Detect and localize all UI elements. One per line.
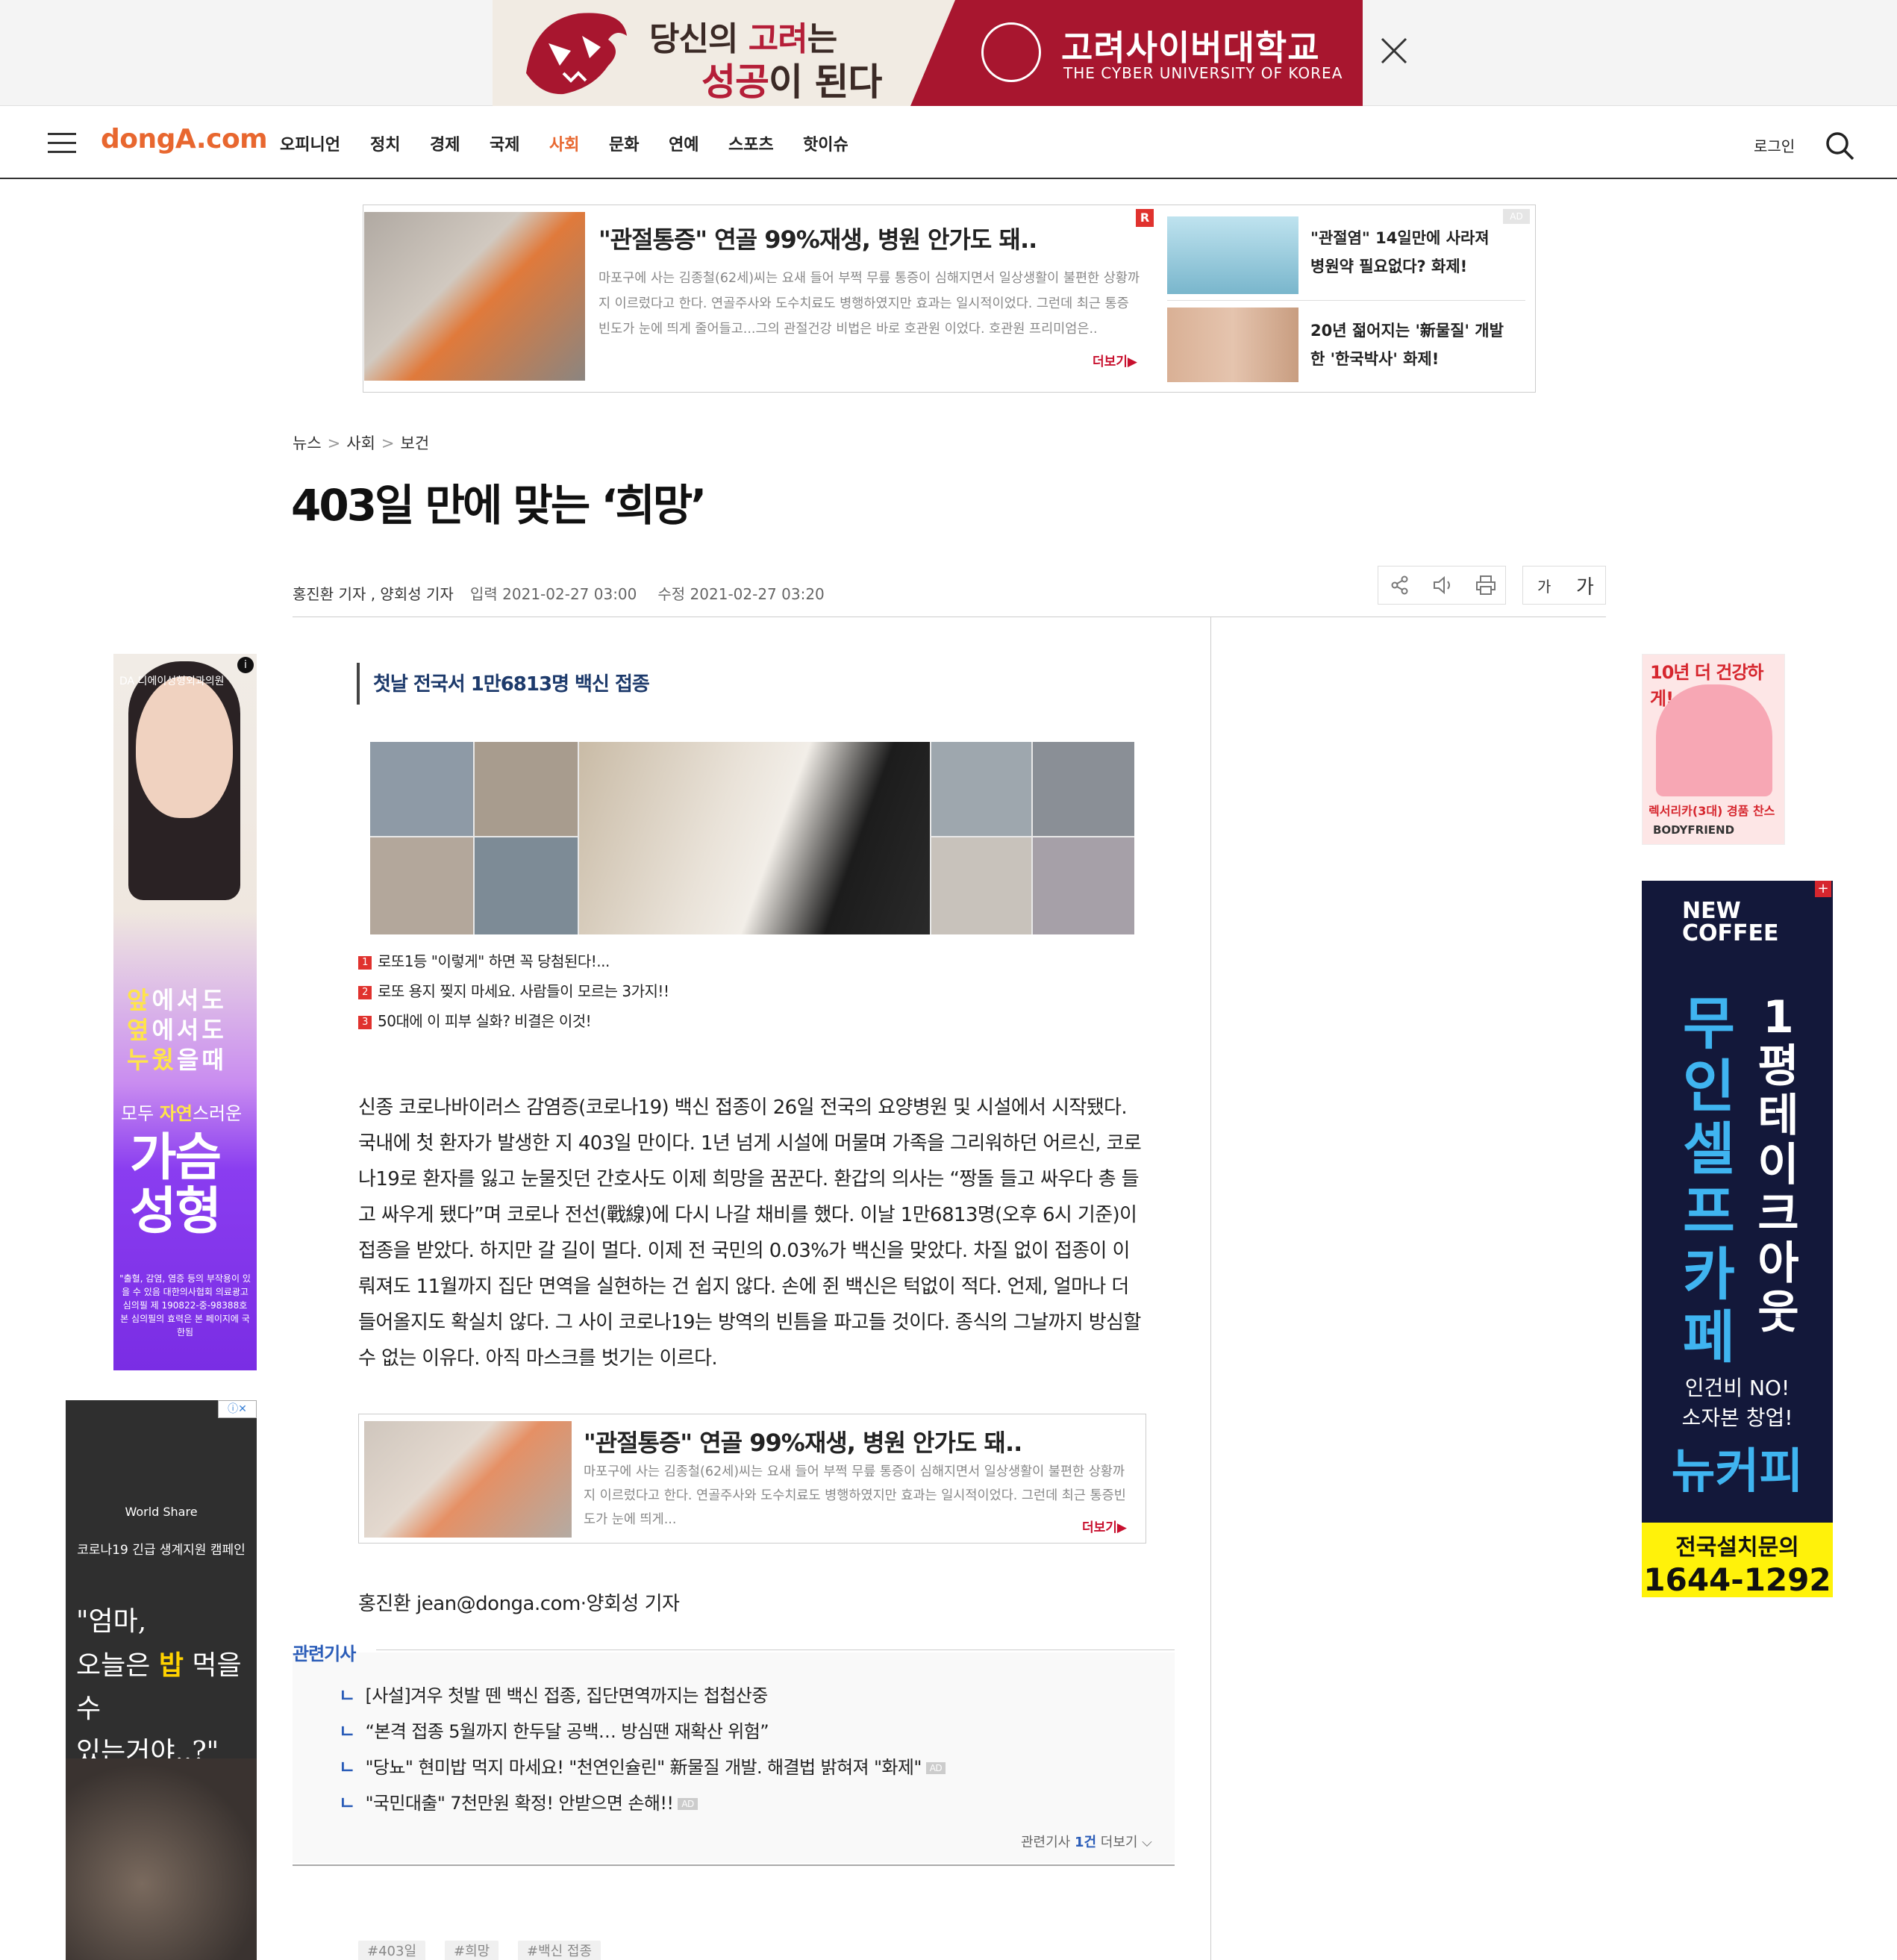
side-ad-text-1[interactable]: "관절염" 14일만에 사라져 병원약 필요없다? 화제! <box>1310 224 1504 281</box>
subhead-bar <box>357 663 360 705</box>
speaker-icon[interactable] <box>1431 575 1455 596</box>
ad-quote: "엄마, 오늘은 밥 먹을 수 있는거야..?" <box>76 1606 242 1767</box>
ad-logo: NEW COFFEE <box>1682 898 1779 946</box>
ad-copy-natural: 모두 자연스러운 <box>121 1103 243 1124</box>
nav-item-politics[interactable]: 정치 <box>370 131 400 155</box>
ad-vertical-text-1: 무인셀프카페 <box>1683 990 1735 1370</box>
side-ad-image-1[interactable] <box>1167 216 1298 294</box>
font-smaller-button[interactable]: 가 <box>1537 575 1551 596</box>
right-side-ad-newcoffee[interactable]: NEW COFFEE 무인셀프카페 1평테이크아웃 인건비 NO! 소자본 창업! … <box>1642 881 1833 1597</box>
ad-sub: 렉서리카(3대) 경품 찬스 <box>1648 804 1775 818</box>
ad-r-badge: R <box>1136 209 1154 227</box>
inline-ad-image[interactable] <box>364 1421 572 1538</box>
related-item[interactable]: ㄴ "당뇨" 현미밥 먹지 마세요! "천연인슐린" 新물질 개발. 해결법 밝혀… <box>339 1753 946 1779</box>
tag[interactable]: #희망 <box>445 1941 499 1960</box>
ad-copy-big: 가슴 성형 <box>130 1129 222 1241</box>
input-date: 입력 2021-02-27 03:00 <box>470 585 637 603</box>
heart-image <box>1656 684 1772 796</box>
ad-body: 마포구에 사는 김종철(62세)씨는 요새 들어 부쩍 무릎 통증이 심해지면서… <box>599 271 1140 337</box>
related-more-button[interactable]: 관련기사 1건 더보기 ⌵ <box>1021 1832 1152 1851</box>
tiger-logo-icon <box>526 13 627 95</box>
modified-date: 수정 2021-02-27 03:20 <box>657 585 825 603</box>
university-name: 고려사이버대학교 <box>1061 28 1320 68</box>
side-ad-text-2[interactable]: 20년 젊어지는 '新물질' 개발한 '한국박사' 화제! <box>1310 316 1504 373</box>
ad-title[interactable]: "관절통증" 연골 99%재생, 병원 안가도 돼.. <box>599 221 1037 255</box>
promo-link-2[interactable]: 2 로또 용지 찢지 마세요. 사람들이 모르는 3가지!! <box>358 979 669 1001</box>
ad-cta: 전국설치문의 1644-1292 <box>1642 1523 1833 1597</box>
hamburger-menu-icon[interactable] <box>48 133 76 154</box>
nav-item-international[interactable]: 국제 <box>490 131 519 155</box>
knee-ad-image[interactable] <box>364 212 585 381</box>
font-larger-button[interactable]: 가 <box>1576 572 1594 599</box>
nav-item-hot-issue[interactable]: 핫이슈 <box>803 131 849 155</box>
ad-brand: World Share <box>125 1505 198 1519</box>
tag[interactable]: #403일 <box>358 1941 425 1960</box>
nav-item-entertainment[interactable]: 연예 <box>669 131 699 155</box>
university-name-en: THE CYBER UNIVERSITY OF KOREA <box>1063 64 1343 82</box>
ad-disclaimer: "출혈, 감염, 염증 등의 부작용이 있을 수 있음 대한의사협회 의료광고심… <box>119 1273 251 1338</box>
ad-more-link[interactable]: 더보기▶ <box>1093 351 1137 369</box>
article-photo-collage[interactable] <box>370 742 1134 934</box>
breadcrumb-health[interactable]: 보건 <box>401 434 430 452</box>
related-item[interactable]: ㄴ "국민대출" 7천만원 확정! 안받으면 손해!! AD <box>339 1788 698 1814</box>
site-logo[interactable]: dongA.com <box>101 124 268 155</box>
nav-item-opinion[interactable]: 오피니언 <box>280 131 340 155</box>
close-icon[interactable] <box>1379 36 1409 66</box>
ad-vertical-text-2: 1평테이크아웃 <box>1757 991 1799 1339</box>
print-icon[interactable] <box>1475 575 1497 596</box>
adchoices-close-icon[interactable]: ⓘ✕ <box>218 1400 257 1418</box>
article-dates: 입력 2021-02-27 03:00 수정 2021-02-27 03:20 <box>470 582 846 604</box>
article-headline: 403일 만에 맞는 ‘희망’ <box>291 480 707 531</box>
login-link[interactable]: 로그인 <box>1754 134 1795 156</box>
ad-copy-lines: 앞에서도 옆에서도 누웠을때 <box>127 986 227 1074</box>
banner-slogan-line2: 성공이 된다 <box>701 60 882 104</box>
ad-brand: BODYFRIEND <box>1653 823 1735 837</box>
ad-badge: AD <box>925 1762 946 1774</box>
promo-link-3[interactable]: 3 50대에 이 피부 실화? 비결은 이것! <box>358 1009 592 1031</box>
nav-item-sports[interactable]: 스포츠 <box>728 131 774 155</box>
breadcrumb-news[interactable]: 뉴스 <box>293 434 322 452</box>
university-seal-icon <box>981 22 1041 82</box>
ad-brand: DA 디에이성형외과의원 <box>119 675 225 687</box>
search-icon[interactable] <box>1824 130 1855 161</box>
inline-ad-more-link[interactable]: 더보기▶ <box>1082 1517 1127 1535</box>
divider <box>1167 300 1525 301</box>
left-side-ad-plastic-surgery[interactable]: DA 디에이성형외과의원 앞에서도 옆에서도 누웠을때 모두 자연스러운 가슴 성… <box>113 654 257 1370</box>
top-banner-ad[interactable]: 당신의 고려는 성공이 된다 고려사이버대학교 THE CYBER UNIVER… <box>493 0 1363 106</box>
byline: 홍진환 기자 , 양회성 기자 <box>293 585 454 603</box>
related-item[interactable]: ㄴ [사설]겨우 첫발 뗀 백신 접종, 집단면역까지는 첩첩산중 <box>339 1681 768 1707</box>
ad-campaign: 코로나19 긴급 생계지원 캠페인 <box>77 1543 246 1558</box>
ad-photo <box>66 1758 257 1960</box>
inline-ad-title[interactable]: "관절통증" 연골 99%재생, 병원 안가도 돼.. <box>584 1424 1022 1458</box>
side-ad-image-2[interactable] <box>1167 308 1298 382</box>
article-subhead: 첫날 전국서 1만6813명 백신 접종 <box>373 673 650 696</box>
article-body: 신종 코로나바이러스 감염증(코로나19) 백신 접종이 26일 전국의 요양병… <box>358 1096 1142 1370</box>
ad-plus-icon[interactable]: + <box>1815 881 1831 897</box>
ad-brand: 뉴커피 <box>1671 1444 1804 1499</box>
related-label: 관련기사 <box>293 1644 356 1664</box>
tag[interactable]: #백신 접종 <box>518 1941 601 1960</box>
breadcrumb-society[interactable]: 사회 <box>346 434 375 452</box>
right-side-ad-bodyfriend[interactable]: 10년 더 건강하게! 렉서리카(3대) 경품 찬스 BODYFRIEND <box>1642 654 1785 845</box>
left-side-ad-worldshare[interactable]: World Share 코로나19 긴급 생계지원 캠페인 "엄마, 오늘은 밥… <box>66 1400 257 1960</box>
share-icon[interactable] <box>1390 575 1410 596</box>
ad-badge: AD <box>678 1798 698 1810</box>
nav-item-society[interactable]: 사회 <box>549 131 579 155</box>
nav-item-culture[interactable]: 문화 <box>609 131 639 155</box>
inline-ad-body: 마포구에 사는 김종철(62세)씨는 요새 들어 부쩍 무릎 통증이 심해지면서… <box>584 1464 1126 1527</box>
nav-item-economy[interactable]: 경제 <box>430 131 460 155</box>
promo-link-1[interactable]: 1 로또1등 "이렇게" 하면 꼭 당첨된다!... <box>358 949 610 971</box>
ad-info-icon[interactable]: i <box>237 657 254 673</box>
breadcrumb: 뉴스 > 사회 > 보건 <box>293 434 430 452</box>
reporter-line: 홍진환 jean@donga.com·양회성 기자 <box>358 1593 680 1615</box>
column-divider <box>1210 617 1211 1960</box>
ad-copy: 인건비 NO! 소자본 창업! <box>1681 1376 1793 1430</box>
related-item[interactable]: ㄴ “본격 접종 5월까지 한두달 공백… 방심땐 재확산 위험” <box>339 1717 769 1743</box>
divider <box>293 1864 1175 1866</box>
ad-tag: AD <box>1503 209 1530 224</box>
